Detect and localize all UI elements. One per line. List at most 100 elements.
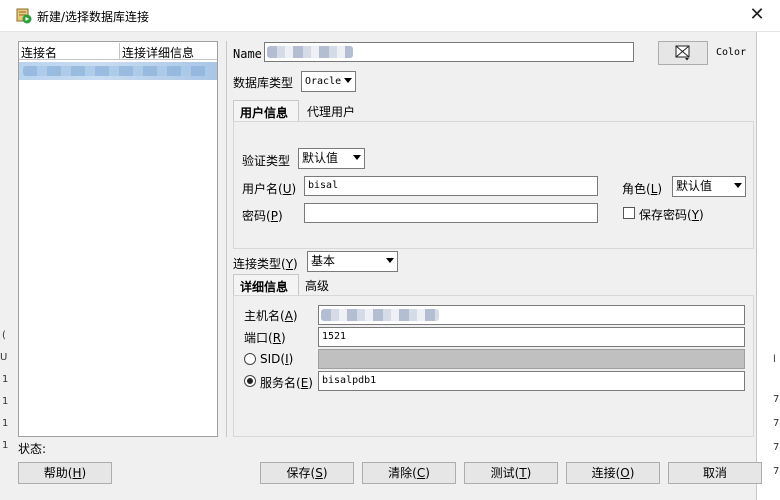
connect-button[interactable]: 连接(O) <box>566 462 660 484</box>
sid-label: SID(I) <box>260 352 294 366</box>
connection-list-item[interactable] <box>19 62 217 80</box>
service-name-radio[interactable] <box>244 375 256 387</box>
role-value: 默认值 <box>676 179 713 193</box>
column-header-detail[interactable]: 连接详细信息 <box>119 43 194 60</box>
db-type-label: 数据库类型 <box>233 76 294 90</box>
username-access-key: U <box>282 182 292 196</box>
sid-label-text: SID <box>260 352 281 366</box>
background-fragment: l <box>773 354 776 365</box>
port-input[interactable]: 1521 <box>318 327 745 347</box>
role-access-key: L <box>650 182 658 196</box>
host-input[interactable] <box>318 305 745 325</box>
background-fragment: U <box>0 352 8 363</box>
window-title: 新建/选择数据库连接 <box>37 10 150 24</box>
save-access-key: S <box>315 466 323 480</box>
save-password-label: 保存密码(Y) <box>639 208 704 222</box>
background-fragment: 1 <box>2 418 9 429</box>
color-swatch-icon <box>675 45 690 61</box>
connect-button-label: 连接 <box>591 466 616 480</box>
database-connection-icon <box>16 8 32 24</box>
name-input[interactable] <box>264 42 634 62</box>
db-type-select[interactable]: Oracle <box>301 71 356 92</box>
save-password-access-key: Y <box>691 208 700 222</box>
background-fragment: 7 <box>773 418 780 429</box>
test-access-key: T <box>519 466 527 480</box>
conn-type-select[interactable]: 基本 <box>307 251 398 272</box>
sid-radio[interactable] <box>244 353 256 365</box>
username-label-text: 用户名 <box>242 182 279 196</box>
role-label: 角色(L) <box>622 182 663 196</box>
service-name-label-text: 服务名 <box>260 376 297 390</box>
service-name-value: bisalpdb1 <box>322 375 377 386</box>
connect-access-key: O <box>620 466 630 480</box>
chevron-down-icon <box>386 258 394 263</box>
tab-advanced[interactable]: 高级 <box>299 274 349 296</box>
service-name-label: 服务名(E) <box>260 376 313 390</box>
test-button-label: 测试 <box>490 466 515 480</box>
db-type-value: Oracle <box>305 76 342 87</box>
host-label-text: 主机名 <box>244 309 281 323</box>
chevron-down-icon <box>353 155 361 160</box>
cancel-button[interactable]: 取消 <box>668 462 762 484</box>
auth-type-value: 默认值 <box>302 151 339 165</box>
host-label: 主机名(A) <box>244 309 298 323</box>
background-window-edge: l 7 7 7 7 <box>756 32 780 500</box>
color-picker-button[interactable] <box>658 41 708 65</box>
pane-splitter[interactable] <box>226 41 228 437</box>
column-header-name[interactable]: 连接名 <box>21 44 57 61</box>
name-label: Name <box>233 47 262 61</box>
port-access-key: R <box>272 331 282 345</box>
connection-list-header: 连接名 连接详细信息 <box>19 42 217 60</box>
close-icon[interactable]: ✕ <box>744 3 770 27</box>
help-access-key: H <box>72 466 82 480</box>
sid-access-key: I <box>285 352 289 366</box>
port-label-text: 端口 <box>244 331 269 345</box>
redacted-host-value <box>321 309 439 321</box>
save-button-label: 保存 <box>286 466 311 480</box>
background-fragment: 1 <box>2 440 9 451</box>
clear-button-label: 清除 <box>388 466 413 480</box>
role-label-text: 角色 <box>622 182 647 196</box>
service-name-input[interactable]: bisalpdb1 <box>318 371 745 391</box>
redacted-connection-name <box>23 66 211 76</box>
save-button[interactable]: 保存(S) <box>260 462 354 484</box>
conn-type-label: 连接类型(Y) <box>233 257 298 271</box>
password-label: 密码(P) <box>242 209 283 223</box>
test-button[interactable]: 测试(T) <box>464 462 558 484</box>
color-label: Color <box>716 47 747 58</box>
conn-type-value: 基本 <box>311 254 336 268</box>
status-label: 状态: <box>18 442 47 456</box>
password-access-key: P <box>270 209 278 223</box>
port-label: 端口(R) <box>244 331 286 345</box>
auth-type-label: 验证类型 <box>242 154 291 168</box>
username-value: bisal <box>308 180 339 191</box>
password-label-text: 密码 <box>242 209 267 223</box>
conn-type-label-text: 连接类型 <box>233 257 282 271</box>
role-select[interactable]: 默认值 <box>672 176 746 197</box>
port-value: 1521 <box>322 331 347 342</box>
username-input[interactable]: bisal <box>304 176 598 196</box>
tab-proxy-user[interactable]: 代理用户 <box>301 100 367 122</box>
clear-access-key: C <box>416 466 426 480</box>
background-fragment: 7 <box>773 394 780 405</box>
save-password-checkbox[interactable] <box>623 207 635 219</box>
background-fragment: 7 <box>773 466 780 477</box>
username-label: 用户名(U) <box>242 182 297 196</box>
tab-user-info[interactable]: 用户信息 <box>233 100 299 122</box>
auth-type-select[interactable]: 默认值 <box>298 148 365 169</box>
sid-input <box>318 349 745 369</box>
chevron-down-icon <box>734 183 742 188</box>
background-fragment: ( <box>2 330 6 341</box>
help-button[interactable]: 帮助(H) <box>18 462 112 484</box>
connection-list[interactable]: 连接名 连接详细信息 <box>18 41 218 437</box>
host-access-key: A <box>284 309 293 323</box>
background-fragment: 1 <box>2 396 9 407</box>
background-fragment: 1 <box>2 374 9 385</box>
tab-details[interactable]: 详细信息 <box>233 274 299 296</box>
password-input[interactable] <box>304 203 598 223</box>
service-name-access-key: E <box>300 376 309 390</box>
save-password-label-text: 保存密码 <box>639 208 688 222</box>
help-button-label: 帮助 <box>43 466 68 480</box>
clear-button[interactable]: 清除(C) <box>362 462 456 484</box>
conn-type-access-key: Y <box>285 257 294 271</box>
